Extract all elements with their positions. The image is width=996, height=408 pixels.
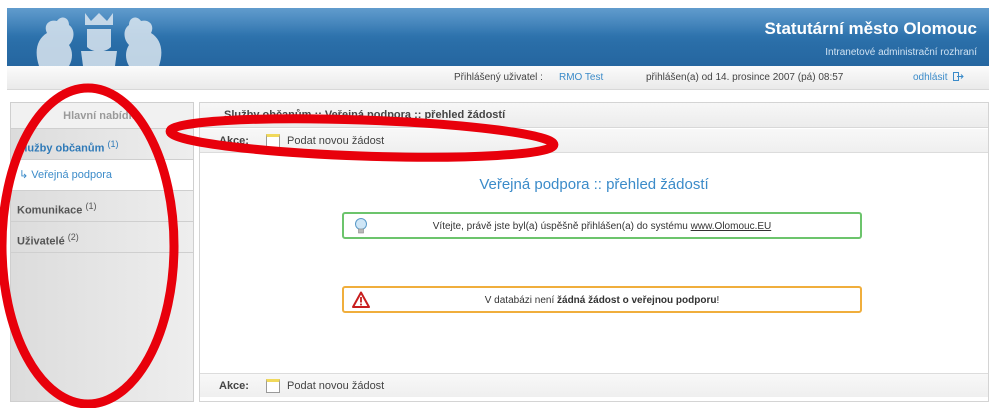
- sidebar-item-users[interactable]: Uživatelé (2): [11, 222, 193, 253]
- actions-label: Akce:: [219, 135, 249, 147]
- warning-text-bold: žádná žádost o veřejnou podporu: [557, 295, 717, 306]
- coat-of-arms-logo: [36, 13, 162, 66]
- warning-text-after: !: [716, 295, 720, 306]
- welcome-text: Vítejte, právě jste byl(a) úspěšně přihl…: [432, 221, 688, 232]
- welcome-message: Vítejte, právě jste byl(a) úspěšně přihl…: [342, 212, 862, 239]
- no-requests-warning: V databázi není žádná žádost o veřejnou …: [342, 286, 862, 313]
- sidebar-item-label: Komunikace: [17, 204, 83, 217]
- logged-user-label: Přihlášený uživatel :: [454, 72, 543, 83]
- sidebar-item-count: (2): [67, 232, 79, 242]
- action-bar-bottom: Akce: Podat novou žádost: [200, 373, 988, 397]
- sidebar-item-citizen-services[interactable]: Služby občanům (1): [11, 129, 193, 160]
- logout-label[interactable]: odhlásit: [913, 72, 947, 83]
- lightbulb-icon: [355, 218, 367, 234]
- sidebar-subitem-public-support[interactable]: ↳ Veřejná podpora: [11, 160, 193, 191]
- site-header: Statutární město Olomouc Intranetové adm…: [7, 8, 989, 66]
- logged-since-text: přihlášen(a) od 14. prosince 2007 (pá) 0…: [646, 72, 844, 83]
- user-bar: Přihlášený uživatel : RMO Test přihlášen…: [7, 66, 989, 90]
- logout-link[interactable]: odhlásit: [913, 72, 964, 83]
- actions-label: Akce:: [219, 380, 249, 392]
- sidebar-item-count: (1): [107, 139, 119, 149]
- app-subtitle: Intranetové administrační rozhraní: [825, 47, 977, 58]
- logout-icon[interactable]: [953, 72, 964, 81]
- sidebar-subitem-label: ↳ Veřejná podpora: [19, 169, 113, 181]
- document-icon[interactable]: [266, 379, 280, 393]
- warning-text-before: V databázi není: [484, 295, 555, 306]
- app-window: Statutární město Olomouc Intranetové adm…: [0, 0, 996, 408]
- new-request-label[interactable]: Podat novou žádost: [287, 380, 384, 392]
- logged-user-name[interactable]: RMO Test: [559, 72, 603, 83]
- sidebar-item-label: Uživatelé: [17, 235, 65, 248]
- document-icon[interactable]: [266, 134, 280, 148]
- action-bar-top: Akce: Podat novou žádost: [200, 129, 988, 153]
- main-menu-sidebar: Hlavní nabídka Služby občanům (1) ↳ Veře…: [10, 102, 194, 402]
- app-title: Statutární město Olomouc: [764, 19, 977, 38]
- sidebar-item-communication[interactable]: Komunikace (1): [11, 191, 193, 222]
- sidebar-item-count: (1): [85, 201, 97, 211]
- new-request-button-bottom[interactable]: Podat novou žádost: [266, 377, 384, 395]
- system-link[interactable]: www.Olomouc.EU: [691, 221, 772, 232]
- new-request-button-top[interactable]: Podat novou žádost: [266, 132, 384, 150]
- page-title: Veřejná podpora :: přehled žádostí: [479, 176, 709, 193]
- main-content-panel: Služby občanům :: Veřejná podpora :: pře…: [199, 102, 989, 402]
- new-request-label[interactable]: Podat novou žádost: [287, 135, 384, 147]
- sidebar-item-label: Služby občanům: [17, 142, 105, 155]
- main-menu-heading: Hlavní nabídka: [11, 103, 193, 129]
- breadcrumb: Služby občanům :: Veřejná podpora :: pře…: [200, 103, 988, 128]
- warning-icon: [352, 291, 370, 308]
